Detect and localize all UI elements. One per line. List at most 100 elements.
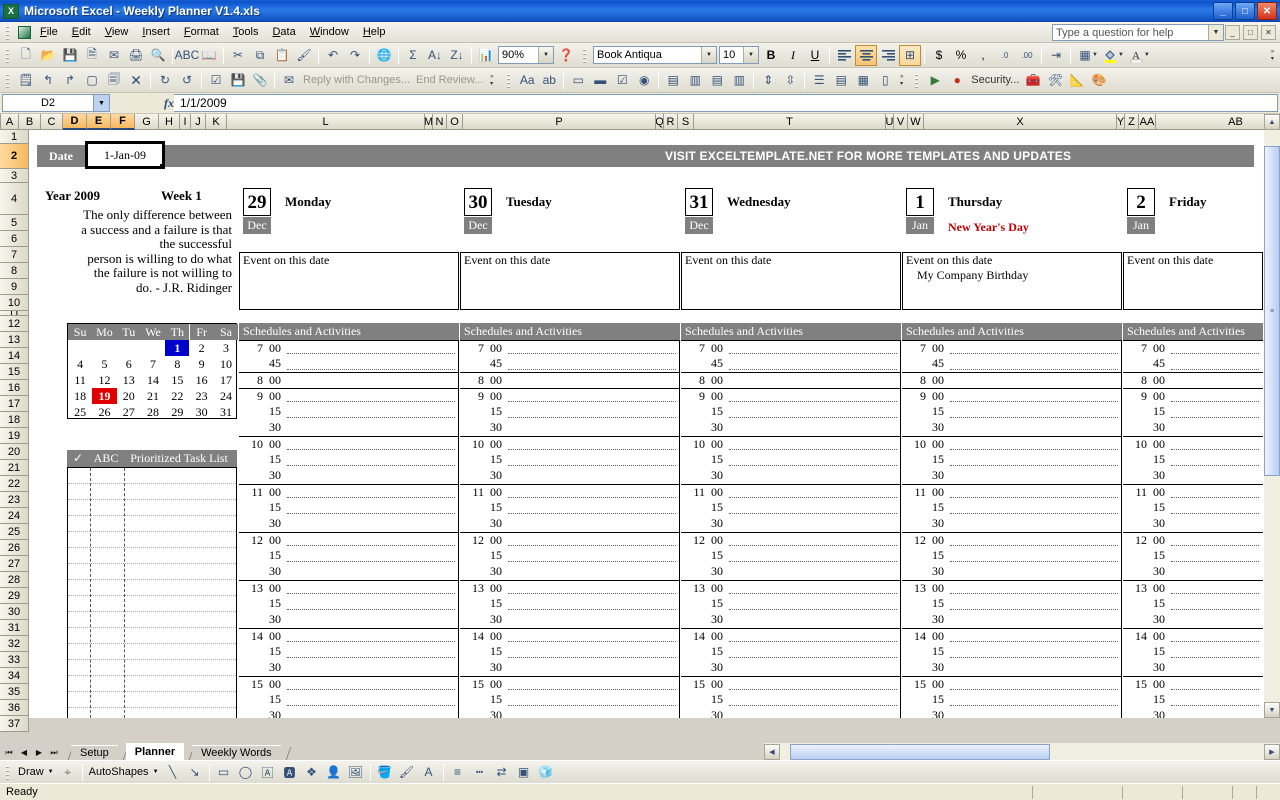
time-slot-3-5[interactable]: 15 xyxy=(681,404,901,420)
fill-handle[interactable] xyxy=(160,164,165,169)
calendar-day-25[interactable]: 25 xyxy=(68,404,92,420)
show-all-comments-icon[interactable]: 🗐 xyxy=(103,70,125,91)
column-header-AB[interactable]: AB xyxy=(1156,114,1280,130)
check-box-icon[interactable]: ☑ xyxy=(611,70,633,91)
task-row[interactable] xyxy=(68,644,236,660)
task-row[interactable] xyxy=(68,596,236,612)
row-header-34[interactable]: 34 xyxy=(0,668,29,684)
time-slot-1-17[interactable]: 15 xyxy=(239,596,459,612)
task-row[interactable] xyxy=(68,628,236,644)
fill-color-button[interactable] xyxy=(1100,45,1122,66)
increase-decimal-button[interactable]: .0 xyxy=(994,45,1016,66)
time-slot-3-3[interactable]: 800 xyxy=(681,372,901,388)
task-row[interactable] xyxy=(68,660,236,676)
text-box-icon[interactable]: 🄰 xyxy=(257,762,279,783)
time-slot-4-15[interactable]: 30 xyxy=(902,564,1122,580)
run-macro-button[interactable]: ▶ xyxy=(924,70,946,91)
time-slot-4-24[interactable]: 30 xyxy=(902,708,1122,718)
calendar-day-22[interactable]: 22 xyxy=(165,388,189,404)
time-slot-5-11[interactable]: 15 xyxy=(1123,500,1263,516)
time-slot-1-18[interactable]: 30 xyxy=(239,612,459,628)
security-button[interactable]: Security... xyxy=(968,74,1022,86)
column-header-H[interactable]: H xyxy=(159,114,180,130)
scroll-up-button[interactable]: ▲ xyxy=(1264,114,1280,130)
row-header-4[interactable]: 4 xyxy=(0,183,29,215)
row-header-19[interactable]: 19 xyxy=(0,428,29,444)
time-slot-5-20[interactable]: 15 xyxy=(1123,644,1263,660)
previous-comment-icon[interactable]: ↰ xyxy=(37,70,59,91)
task-row[interactable] xyxy=(68,580,236,596)
row-header-25[interactable]: 25 xyxy=(0,524,29,540)
time-slot-4-19[interactable]: 1400 xyxy=(902,628,1122,644)
record-macro-button[interactable]: ● xyxy=(946,70,968,91)
print-preview-icon[interactable]: 🔍 xyxy=(147,45,169,66)
task-row[interactable] xyxy=(68,484,236,500)
menu-insert[interactable]: Insert xyxy=(135,24,177,40)
task-row[interactable] xyxy=(68,516,236,532)
name-box[interactable]: D2 ▼ xyxy=(2,94,110,112)
time-slot-1-22[interactable]: 1500 xyxy=(239,676,459,692)
column-header-D[interactable]: D xyxy=(63,114,87,130)
time-slot-4-2[interactable]: 45 xyxy=(902,356,1122,372)
menu-tools[interactable]: Tools xyxy=(226,24,266,40)
time-slot-4-21[interactable]: 30 xyxy=(902,660,1122,676)
new-icon[interactable]: 🗋 xyxy=(15,45,37,66)
task-row[interactable] xyxy=(68,692,236,708)
calendar-day-3[interactable]: 3 xyxy=(214,340,238,356)
align-right-button[interactable] xyxy=(877,45,899,66)
time-slot-2-1[interactable]: 700 xyxy=(460,340,680,356)
time-slot-4-9[interactable]: 30 xyxy=(902,468,1122,484)
time-slot-1-14[interactable]: 15 xyxy=(239,548,459,564)
row-header-26[interactable]: 26 xyxy=(0,540,29,556)
time-slot-1-23[interactable]: 15 xyxy=(239,692,459,708)
time-slot-4-10[interactable]: 1100 xyxy=(902,484,1122,500)
time-slot-1-12[interactable]: 30 xyxy=(239,516,459,532)
column-header-R[interactable]: R xyxy=(664,114,678,130)
shadow-style-icon[interactable]: ▣ xyxy=(513,762,535,783)
time-slot-4-14[interactable]: 15 xyxy=(902,548,1122,564)
design-mode-icon[interactable]: 🛠 xyxy=(1044,70,1066,91)
time-slot-5-14[interactable]: 15 xyxy=(1123,548,1263,564)
time-slot-1-5[interactable]: 15 xyxy=(239,404,459,420)
run-dialog-icon[interactable]: ▯ xyxy=(874,70,896,91)
calendar-day-28[interactable]: 28 xyxy=(141,404,165,420)
row-header-23[interactable]: 23 xyxy=(0,492,29,508)
row-header-30[interactable]: 30 xyxy=(0,604,29,620)
time-slot-3-24[interactable]: 30 xyxy=(681,708,901,718)
toolbar-options-button[interactable]: »▾ xyxy=(1267,46,1278,64)
calendar-day-19[interactable]: 19 xyxy=(92,388,116,404)
time-slot-1-1[interactable]: 700 xyxy=(239,340,459,356)
time-slot-3-7[interactable]: 1000 xyxy=(681,436,901,452)
time-slot-3-2[interactable]: 45 xyxy=(681,356,901,372)
row-header-8[interactable]: 8 xyxy=(0,263,29,279)
time-slot-4-12[interactable]: 30 xyxy=(902,516,1122,532)
scroll-right-button[interactable]: ▶ xyxy=(1264,744,1280,760)
time-slot-4-6[interactable]: 30 xyxy=(902,420,1122,436)
time-slot-1-10[interactable]: 1100 xyxy=(239,484,459,500)
permission-icon[interactable]: 🗎 xyxy=(81,45,103,66)
maximize-button[interactable]: □ xyxy=(1235,2,1255,20)
time-slot-1-3[interactable]: 800 xyxy=(239,372,459,388)
calendar-day-24[interactable]: 24 xyxy=(214,388,238,404)
copy-icon[interactable]: ⧉ xyxy=(249,45,271,66)
print-icon[interactable]: 🖨 xyxy=(125,45,147,66)
calendar-day-15[interactable]: 15 xyxy=(165,372,189,388)
picture-icon[interactable]: 🖼 xyxy=(345,762,367,783)
time-slot-1-8[interactable]: 15 xyxy=(239,452,459,468)
column-header-O[interactable]: O xyxy=(447,114,463,130)
close-button[interactable]: ✕ xyxy=(1257,2,1277,20)
row-header-15[interactable]: 15 xyxy=(0,364,29,380)
list-box-icon[interactable]: ▤ xyxy=(662,70,684,91)
column-header-L[interactable]: L xyxy=(227,114,425,130)
task-row[interactable] xyxy=(68,676,236,692)
calendar-day-13[interactable]: 13 xyxy=(117,372,141,388)
row-header-7[interactable]: 7 xyxy=(0,247,29,263)
column-header-I[interactable]: I xyxy=(180,114,191,130)
time-slot-2-11[interactable]: 15 xyxy=(460,500,680,516)
row-header-10[interactable]: 10 xyxy=(0,295,29,311)
event-box-3[interactable]: Event on this date xyxy=(681,252,901,310)
sheet-nav-first[interactable]: ⏮ xyxy=(2,745,16,760)
time-slot-2-17[interactable]: 15 xyxy=(460,596,680,612)
time-slot-1-11[interactable]: 15 xyxy=(239,500,459,516)
time-slot-5-16[interactable]: 1300 xyxy=(1123,580,1263,596)
